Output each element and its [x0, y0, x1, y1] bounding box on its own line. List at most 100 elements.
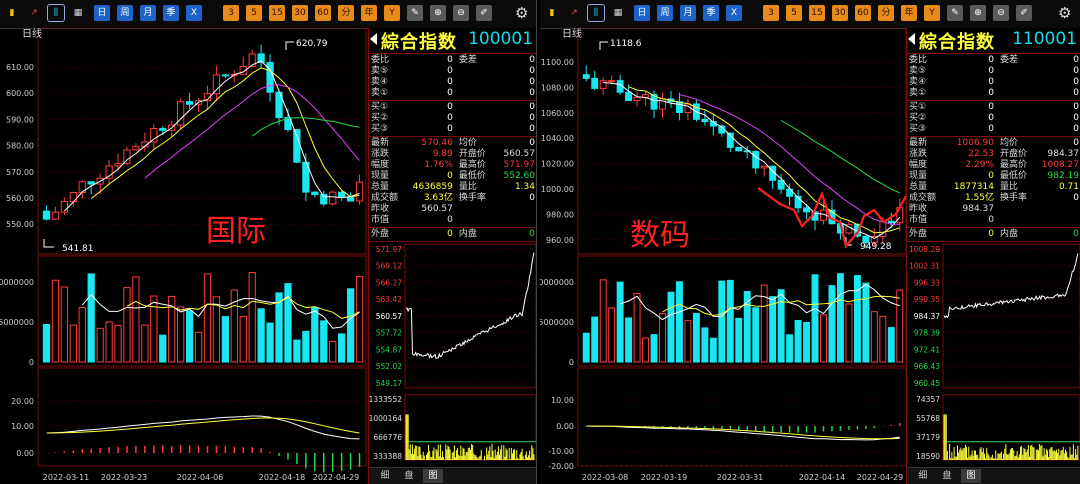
quote-row: 买③ 0 0	[369, 124, 536, 135]
draw-icon[interactable]: ✐	[1016, 5, 1032, 21]
quote-row: 买③ 0 0	[907, 124, 1080, 135]
back-arrow-icon[interactable]	[908, 33, 915, 45]
draw-icon[interactable]: ✐	[476, 5, 492, 21]
quote-title-bar: 綜合指数 110001	[907, 28, 1080, 53]
back-arrow-icon[interactable]	[370, 33, 377, 45]
interval-button[interactable]: 3	[223, 5, 239, 21]
volume-bar	[828, 285, 836, 363]
quote-tab[interactable]: 图	[423, 469, 443, 483]
interval-button[interactable]: 30	[292, 5, 308, 21]
interval-button[interactable]: 15	[269, 5, 285, 21]
edit-icon[interactable]: ✎	[407, 5, 423, 21]
zoom-out-icon[interactable]: ⊖	[993, 5, 1009, 21]
quote-value: 22.53	[968, 149, 994, 159]
settings-icon[interactable]: ⚙	[515, 4, 528, 22]
period-button[interactable]: 季	[703, 5, 719, 21]
volume-bar	[329, 340, 337, 363]
period-button[interactable]: 周	[117, 5, 133, 21]
intraday-price-label: 571.97	[376, 245, 402, 254]
calendar-icon[interactable]: ▦	[70, 5, 86, 21]
candle-body	[212, 74, 221, 95]
kline-chart[interactable]: 日线 610.00 600.00 590.00 580.00 570.00 560.00 55…	[0, 28, 368, 484]
date-label: 2022-03-19	[641, 473, 688, 482]
quote-value-2: 0	[529, 124, 535, 134]
interval-button[interactable]: 30	[832, 5, 848, 21]
quote-separator	[907, 100, 1080, 101]
quote-row: 卖④ 0 0	[369, 77, 536, 88]
volume-bar	[777, 289, 785, 363]
line-chart-icon[interactable]: ↗	[26, 5, 42, 21]
interval-button[interactable]: 60	[315, 5, 331, 21]
bar-chart-icon[interactable]: ▮	[544, 5, 560, 21]
interval-button[interactable]: Y	[924, 5, 940, 21]
bar-chart-icon[interactable]: ▮	[4, 5, 20, 21]
price-tick-label: 1040.00	[541, 134, 574, 143]
intraday-price-label: 960.45	[914, 379, 940, 388]
volume-bar	[642, 337, 650, 363]
quote-value-2: 0	[529, 138, 535, 148]
volume-bar	[266, 322, 274, 363]
macd-tick-label: 0.00	[16, 449, 34, 458]
quote-label-2: 最低价	[458, 171, 486, 181]
edit-icon[interactable]: ✎	[947, 5, 963, 21]
interval-button[interactable]: 分	[338, 5, 354, 21]
volume-bar	[320, 320, 328, 363]
intraday-price-label: 566.27	[376, 278, 402, 287]
low-price-marker: 949.28	[860, 242, 892, 252]
kline-chart[interactable]: 日线 1100.00 1080.00 1060.00 1040.00 1020.00 100…	[540, 28, 908, 484]
zoom-out-icon[interactable]: ⊖	[453, 5, 469, 21]
interval-button[interactable]: 年	[361, 5, 377, 21]
intraday-volume-label: 1000164	[369, 414, 402, 423]
candle-body	[633, 96, 641, 102]
interval-button[interactable]: 5	[786, 5, 802, 21]
quote-value: 0	[447, 124, 453, 134]
calendar-icon[interactable]: ▦	[610, 5, 626, 21]
candlestick-icon[interactable]: ⫼	[47, 4, 65, 22]
period-button[interactable]: 周	[657, 5, 673, 21]
interval-button[interactable]: 5	[246, 5, 262, 21]
quote-tab[interactable]: 盘	[399, 469, 419, 483]
period-button[interactable]: X	[726, 5, 742, 21]
quote-value-2: 0	[529, 55, 535, 65]
interval-button[interactable]: 分	[878, 5, 894, 21]
quote-row: 最新 1006.90 均价 0	[907, 138, 1080, 149]
interval-button[interactable]: 年	[901, 5, 917, 21]
period-button[interactable]: 月	[140, 5, 156, 21]
period-button[interactable]: 日	[94, 5, 110, 21]
interval-button[interactable]: 60	[855, 5, 871, 21]
period-button[interactable]: X	[186, 5, 202, 21]
quote-row: 涨跌 9.89 开盘价 560.57	[369, 149, 536, 160]
candlestick-icon[interactable]: ⫼	[587, 4, 605, 22]
quote-row: 买② 0 0	[907, 113, 1080, 124]
quote-tab[interactable]: 盘	[937, 469, 957, 483]
interval-button[interactable]: 3	[763, 5, 779, 21]
quote-value: 560.57	[421, 204, 453, 214]
intraday-chart[interactable]: 571.97 569.12 566.27 563.42 560.57 557.72 554.…	[369, 243, 537, 464]
settings-icon[interactable]: ⚙	[1058, 4, 1071, 22]
quote-value-2: 552.60	[503, 171, 536, 181]
zoom-in-icon[interactable]: ⊕	[430, 5, 446, 21]
quote-label: 买③	[909, 124, 927, 134]
quote-tab[interactable]: 细	[913, 469, 933, 483]
candle-body	[701, 118, 709, 123]
quote-tab[interactable]: 细	[375, 469, 395, 483]
line-chart-icon[interactable]: ↗	[566, 5, 582, 21]
quote-value: 0	[988, 215, 994, 225]
quote-value: 0	[988, 124, 994, 134]
interval-button[interactable]: 15	[809, 5, 825, 21]
quote-row: 外盘 0 内盘 0	[907, 229, 1080, 240]
period-button[interactable]: 季	[163, 5, 179, 21]
zoom-in-icon[interactable]: ⊕	[970, 5, 986, 21]
volume-bar	[701, 327, 709, 363]
quote-label: 买①	[909, 102, 927, 112]
intraday-price-label: 1002.31	[909, 262, 940, 271]
volume-bar	[311, 306, 319, 363]
period-button[interactable]: 日	[634, 5, 650, 21]
intraday-chart[interactable]: 1008.29 1002.31 996.33 990.35 984.37 978.39 97…	[907, 243, 1080, 464]
interval-button[interactable]: Y	[384, 5, 400, 21]
quote-label: 卖①	[909, 88, 927, 98]
period-button[interactable]: 月	[680, 5, 696, 21]
volume-bar	[811, 274, 819, 363]
quote-tab[interactable]: 图	[961, 469, 981, 483]
quote-row: 委比 0 委差 0	[369, 55, 536, 66]
